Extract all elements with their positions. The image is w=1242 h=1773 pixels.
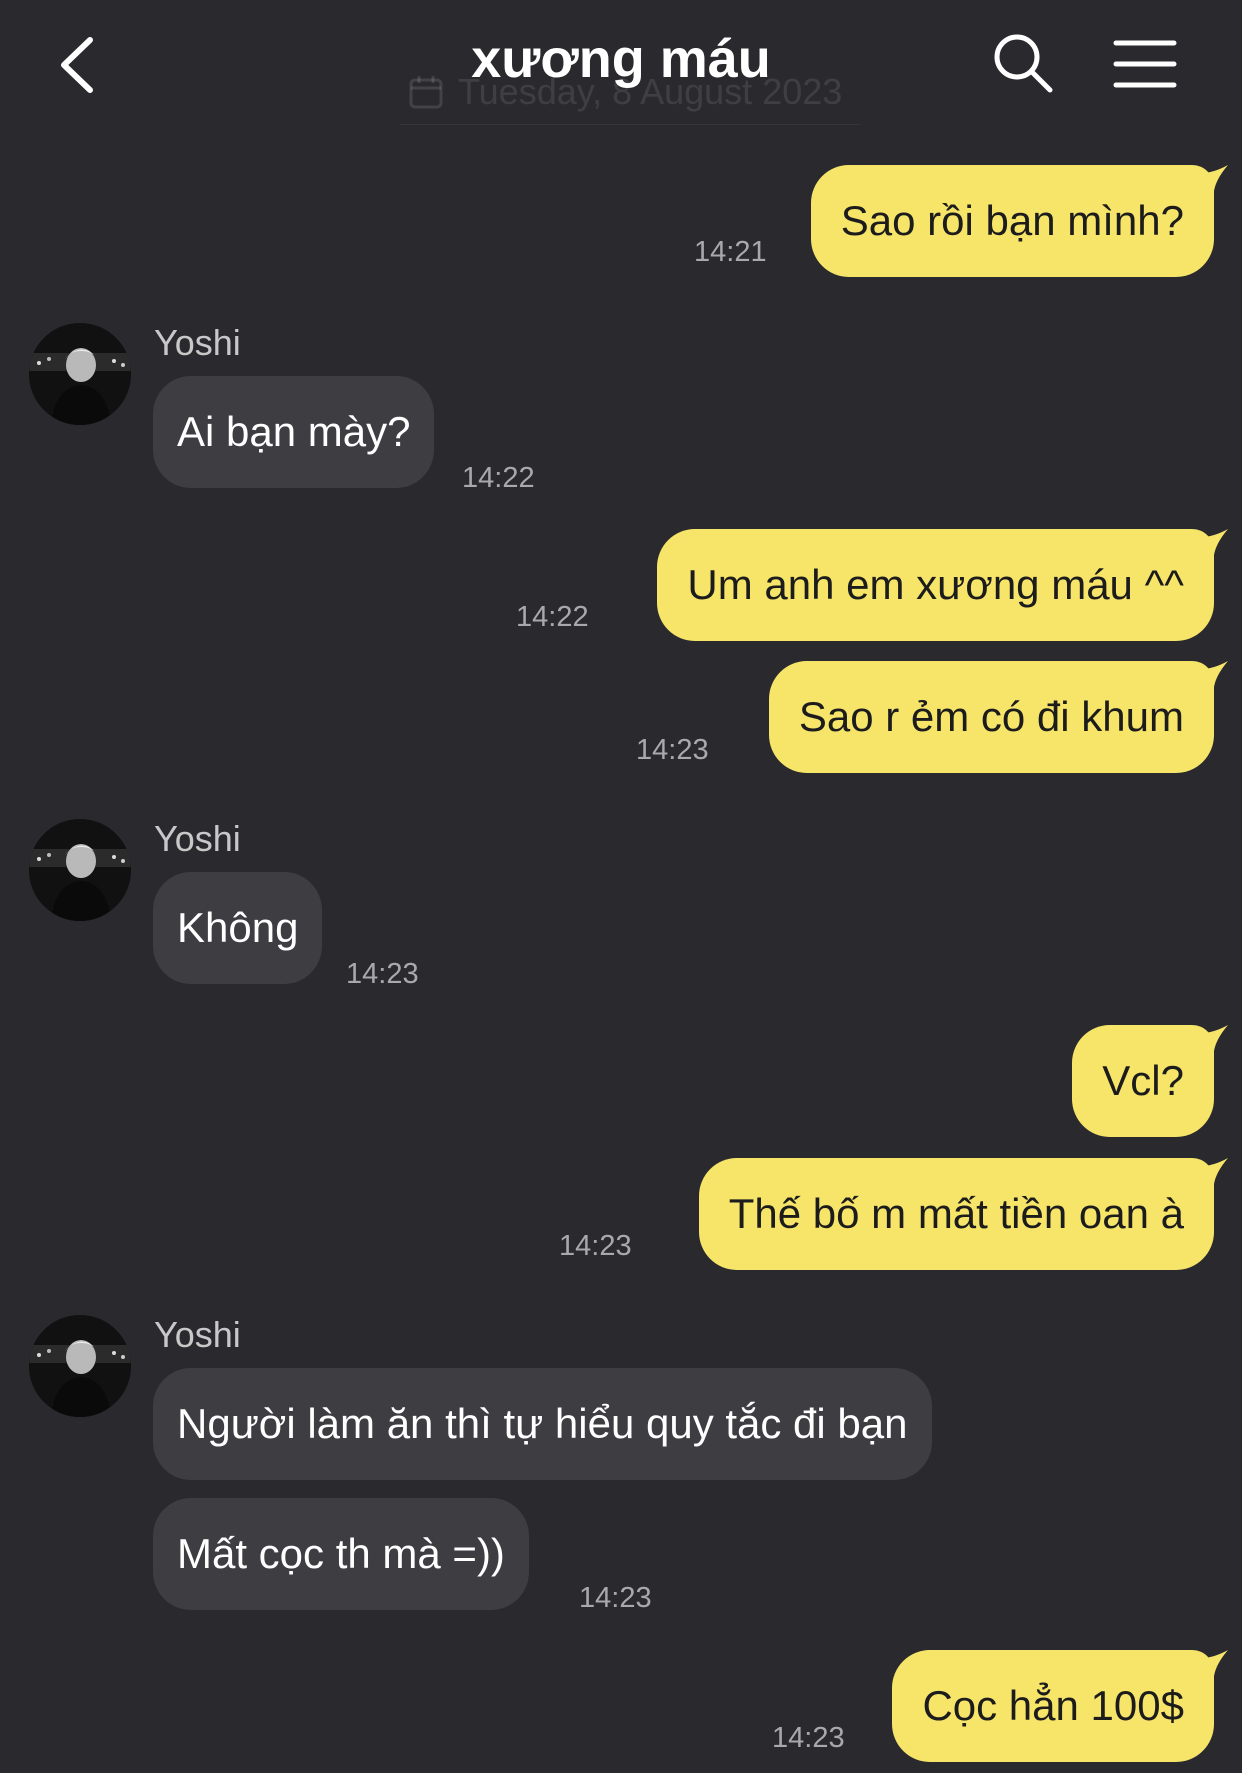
incoming-message-bubble[interactable]: Không — [153, 872, 323, 984]
avatar-photo-icon — [29, 1315, 131, 1417]
outgoing-message-bubble[interactable]: Cọc hẳn 100$ — [892, 1650, 1228, 1762]
message-text: Cọc hẳn 100$ — [922, 1682, 1184, 1729]
sender-name: Yoshi — [154, 1314, 241, 1355]
message-timestamp: 14:23 — [636, 734, 709, 766]
message-timestamp: 14:23 — [346, 958, 419, 990]
sender-name: Yoshi — [154, 818, 241, 859]
chat-screen: Tuesday, 8 August 2023 xương máu Sao rồi… — [0, 0, 1242, 1773]
outgoing-message-bubble[interactable]: Sao rồi bạn mình? — [810, 165, 1228, 277]
bubble-tail-icon — [1194, 661, 1228, 687]
chat-header: Tuesday, 8 August 2023 xương máu — [0, 0, 1242, 130]
message-text: Mất cọc th mà =)) — [177, 1530, 505, 1577]
message-timestamp: 14:23 — [772, 1722, 845, 1754]
message-text: Um anh em xương máu ^^ — [687, 561, 1184, 608]
incoming-message-bubble[interactable]: Mất cọc th mà =)) — [153, 1498, 529, 1610]
message-text: Thế bố m mất tiền oan à — [728, 1190, 1184, 1237]
bubble-tail-icon — [1194, 1025, 1228, 1051]
message-text: Sao rồi bạn mình? — [840, 197, 1184, 244]
message-text: Ai bạn mày? — [177, 408, 411, 455]
outgoing-message-bubble[interactable]: Um anh em xương máu ^^ — [657, 529, 1228, 641]
outgoing-message-bubble[interactable]: Sao r ẻm có đi khum — [768, 661, 1228, 773]
avatar[interactable] — [29, 819, 131, 921]
bubble-tail-icon — [1194, 165, 1228, 191]
outgoing-message-bubble[interactable]: Thế bố m mất tiền oan à — [698, 1158, 1228, 1270]
avatar-photo-icon — [29, 819, 131, 921]
avatar[interactable] — [29, 1315, 131, 1417]
incoming-message-bubble[interactable]: Ai bạn mày? — [153, 376, 435, 488]
message-text: Không — [177, 904, 299, 951]
sender-name: Yoshi — [154, 322, 241, 363]
message-text: Người làm ăn thì tự hiểu quy tắc đi bạn — [177, 1400, 908, 1447]
avatar-photo-icon — [29, 323, 131, 425]
outgoing-message-bubble[interactable]: Vcl? — [1072, 1025, 1228, 1137]
message-timestamp: 14:22 — [462, 462, 535, 494]
incoming-message-bubble[interactable]: Người làm ăn thì tự hiểu quy tắc đi bạn — [153, 1368, 932, 1480]
message-text: Vcl? — [1102, 1057, 1184, 1104]
message-timestamp: 14:22 — [516, 601, 589, 633]
bubble-tail-icon — [1194, 529, 1228, 555]
message-timestamp: 14:23 — [559, 1230, 632, 1262]
message-timestamp: 14:23 — [579, 1582, 652, 1614]
bubble-tail-icon — [1194, 1158, 1228, 1184]
message-text: Sao r ẻm có đi khum — [798, 693, 1184, 740]
message-timestamp: 14:21 — [694, 236, 767, 268]
chat-title: xương máu — [471, 29, 771, 89]
avatar[interactable] — [29, 323, 131, 425]
bubble-tail-icon — [1194, 1650, 1228, 1676]
